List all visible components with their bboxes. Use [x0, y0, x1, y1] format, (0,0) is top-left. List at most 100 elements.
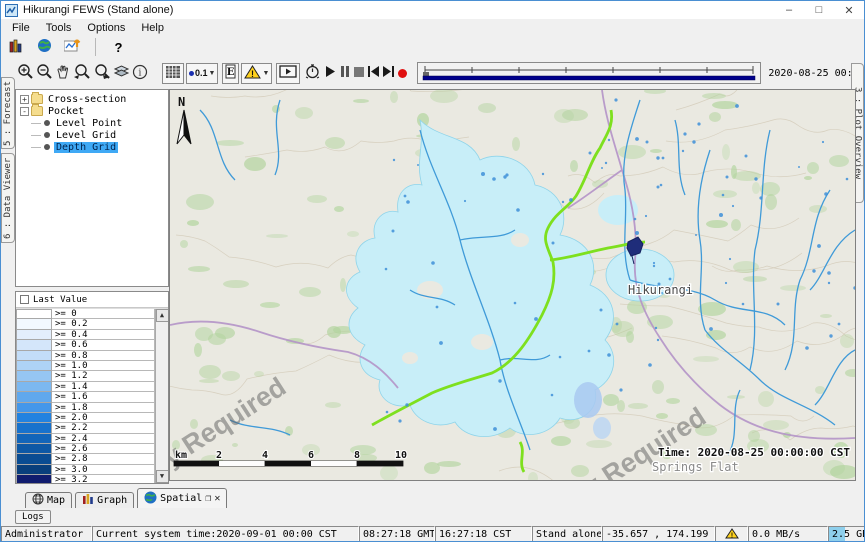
scroll-down-icon[interactable]: ▼	[156, 470, 169, 483]
color-swatch	[16, 413, 52, 423]
chevron-down-icon: ▼	[209, 70, 216, 77]
color-swatch	[16, 403, 52, 413]
status-system-time: Current system time:2020-09-01 00:00 CST	[92, 526, 359, 542]
help-button[interactable]: ?	[108, 37, 129, 58]
tab-forecast[interactable]: 5 : Forecast	[1, 77, 15, 149]
status-coordinates: -35.657 , 174.199	[602, 526, 715, 542]
info-icon: i	[132, 64, 148, 83]
info-button[interactable]: i	[132, 63, 148, 84]
collapse-icon[interactable]: -	[20, 107, 29, 116]
last-value-label: Last Value	[33, 295, 87, 305]
logs-button[interactable]: Logs	[15, 510, 51, 524]
color-swatch	[16, 330, 52, 340]
map-canvas[interactable]: API Key Required API Key Required Hikura…	[170, 90, 855, 480]
float-tab-icon[interactable]: ❐	[205, 493, 211, 504]
play-button[interactable]	[325, 63, 336, 84]
globe-wire-icon	[32, 493, 44, 508]
legend-row: >= 0.4	[16, 330, 155, 340]
legend-scrollbar[interactable]: ▲ ▼	[155, 309, 168, 483]
maximize-button[interactable]: □	[804, 1, 834, 19]
close-button[interactable]: ✕	[834, 1, 864, 19]
tab-map[interactable]: Map	[25, 492, 72, 508]
globe-icon	[144, 491, 157, 507]
menu-help[interactable]: Help	[133, 21, 172, 35]
status-warning[interactable]: !	[715, 526, 748, 542]
tree-item-level-grid[interactable]: Level Grid	[20, 129, 168, 141]
timeseries-chart-icon	[64, 38, 81, 56]
menu-file[interactable]: File	[4, 21, 38, 35]
zoom-previous-button[interactable]	[73, 63, 91, 84]
tree-item-depth-grid[interactable]: Depth Grid	[20, 141, 168, 153]
grid-toggle-button[interactable]	[162, 63, 184, 84]
legend-row: >= 1.8	[16, 403, 155, 413]
svg-text:6: 6	[308, 450, 314, 461]
zoom-out-button[interactable]	[36, 63, 53, 84]
expand-icon[interactable]: +	[20, 95, 29, 104]
color-swatch	[16, 454, 52, 464]
status-local-time: 16:27:18 CST	[435, 526, 532, 542]
timeline-slider[interactable]	[417, 62, 761, 84]
bar-chart-icon	[82, 493, 94, 508]
layers-button[interactable]	[113, 63, 130, 84]
zoom-out-icon	[36, 63, 53, 83]
color-swatch	[16, 361, 52, 371]
step-forward-button[interactable]	[383, 63, 394, 84]
tab-spatial[interactable]: Spatial ❐ ✕	[137, 488, 227, 508]
record-icon	[398, 69, 407, 78]
tab-data-viewer[interactable]: 6 : Data Viewer	[1, 153, 15, 243]
tab-graph[interactable]: Graph	[75, 492, 134, 508]
tree-item-cross-section[interactable]: + Cross-section	[20, 93, 168, 105]
step-back-button[interactable]	[368, 63, 379, 84]
skip-end-icon	[383, 66, 394, 80]
status-gmt-time: 08:27:18 GMT	[359, 526, 435, 542]
menu-tools[interactable]: Tools	[38, 21, 80, 35]
legend-row: >= 1.6	[16, 392, 155, 402]
close-tab-icon[interactable]: ✕	[214, 493, 220, 504]
zoom-next-icon	[93, 63, 111, 83]
warning-triangle-icon: !	[725, 528, 739, 542]
pause-button[interactable]	[340, 63, 350, 84]
chevron-down-icon: ▼	[262, 70, 269, 77]
timeseries-dialog-button[interactable]	[62, 37, 83, 58]
bar-chart-icon	[9, 39, 24, 56]
zoom-in-button[interactable]	[17, 63, 34, 84]
minimize-button[interactable]: –	[774, 1, 804, 19]
filter-tree-panel: + Cross-section - Pocket Level Point Lev…	[15, 89, 169, 287]
record-button[interactable]	[398, 63, 407, 84]
globe-icon	[37, 38, 52, 56]
threshold-dropdown-button[interactable]: 0.1 ▼	[186, 63, 218, 84]
color-swatch	[16, 371, 52, 381]
svg-text:!: !	[251, 69, 254, 79]
color-swatch	[16, 465, 52, 475]
menu-options[interactable]: Options	[79, 21, 133, 35]
logs-panel-button[interactable]	[6, 37, 27, 58]
zoom-in-icon	[17, 63, 34, 83]
status-network-speed: 0.0 MB/s	[748, 526, 828, 542]
tree-item-pocket[interactable]: - Pocket	[20, 105, 168, 117]
warning-dropdown-button[interactable]: ! ▼	[241, 63, 272, 84]
map-display-button[interactable]	[34, 37, 55, 58]
folder-open-icon	[31, 106, 43, 116]
stop-button[interactable]	[354, 63, 364, 84]
animation-button[interactable]	[276, 63, 300, 84]
scroll-up-icon[interactable]: ▲	[156, 309, 169, 322]
label-hikurangi: Hikurangi	[628, 283, 693, 297]
map-legend-button[interactable]: E	[222, 63, 239, 84]
legend-row: >= 2.6	[16, 444, 155, 454]
status-user: Administrator	[1, 526, 92, 542]
last-value-checkbox[interactable]	[20, 295, 29, 304]
map-view[interactable]: API Key Required API Key Required Hikura…	[169, 89, 856, 481]
status-bar: Administrator Current system time:2020-0…	[1, 526, 865, 542]
legend-row: >= 1.4	[16, 382, 155, 392]
warning-triangle-icon: !	[244, 65, 261, 82]
svg-text:8: 8	[354, 450, 360, 461]
menu-bar: File Tools Options Help	[1, 19, 864, 36]
pan-hand-icon	[55, 64, 71, 83]
status-mode: Stand alone	[532, 526, 602, 542]
timer-button[interactable]	[304, 63, 321, 84]
zoom-next-button[interactable]	[93, 63, 111, 84]
legend-row: >= 0.8	[16, 351, 155, 361]
tree-item-level-point[interactable]: Level Point	[20, 117, 168, 129]
legend-row: >= 0	[16, 309, 155, 319]
pan-button[interactable]	[55, 63, 71, 84]
